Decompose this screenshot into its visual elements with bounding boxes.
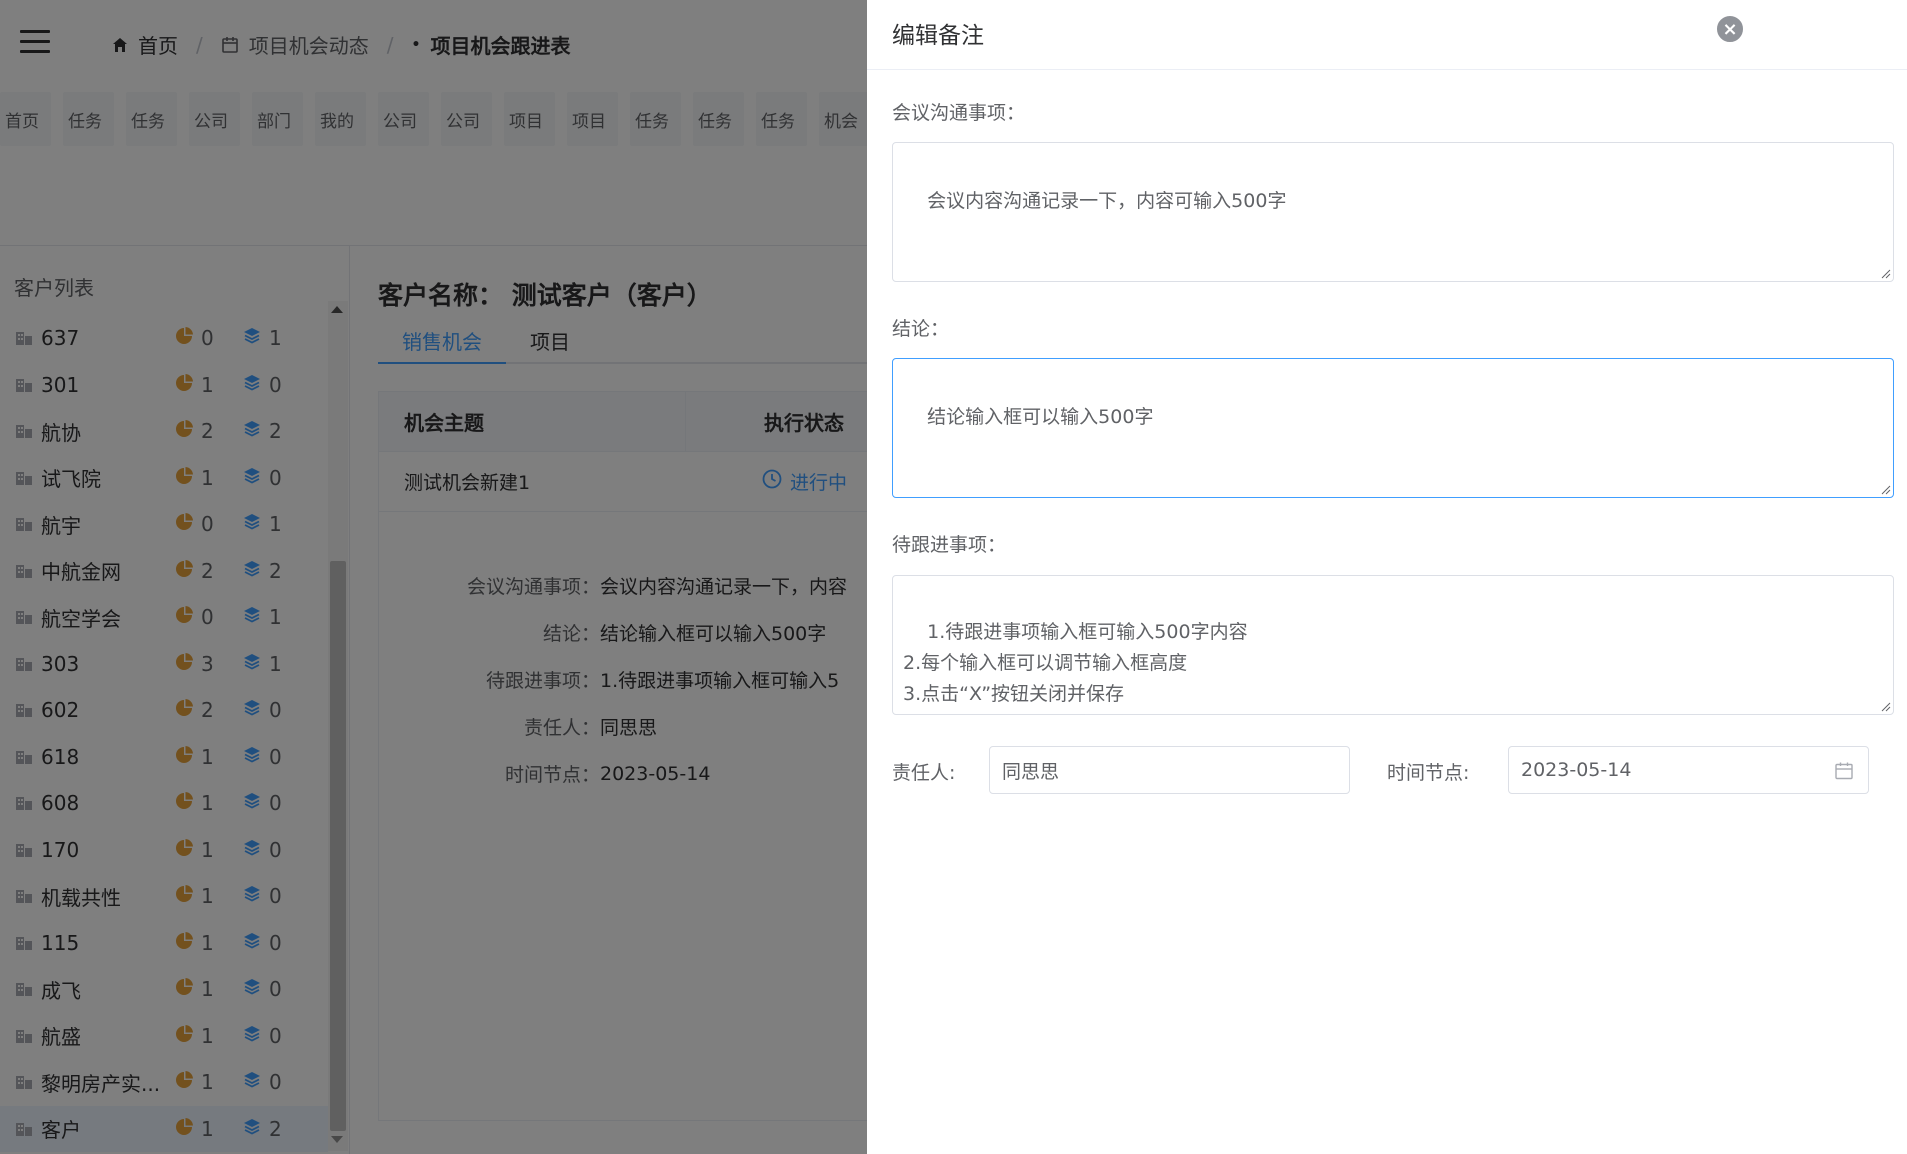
followup-text: 1.待跟进事项输入框可输入500字内容 2.每个输入框可以调节输入框高度 3.点…: [903, 621, 1248, 705]
resize-handle-icon[interactable]: [1879, 483, 1891, 495]
meeting-textarea[interactable]: 会议内容沟通记录一下，内容可输入500字: [892, 142, 1894, 282]
calendar-icon[interactable]: [1834, 761, 1854, 786]
owner-label: 责任人:: [892, 762, 956, 784]
resize-handle-icon[interactable]: [1879, 700, 1891, 712]
owner-value: 同思思: [1002, 760, 1060, 783]
edit-notes-drawer: × 编辑备注 会议沟通事项： 会议内容沟通记录一下，内容可输入500字 结论： …: [867, 0, 1907, 1154]
conclusion-label: 结论：: [892, 318, 950, 340]
followup-label: 待跟进事项：: [892, 534, 1007, 556]
owner-input[interactable]: 同思思: [989, 746, 1350, 794]
conclusion-textarea[interactable]: 结论输入框可以输入500字: [892, 358, 1894, 498]
date-label: 时间节点:: [1387, 762, 1470, 784]
conclusion-text: 结论输入框可以输入500字: [927, 406, 1154, 428]
resize-handle-icon[interactable]: [1879, 267, 1891, 279]
followup-textarea[interactable]: 1.待跟进事项输入框可输入500字内容 2.每个输入框可以调节输入框高度 3.点…: [892, 575, 1894, 715]
meeting-label: 会议沟通事项：: [892, 102, 1026, 124]
date-picker[interactable]: 2023-05-14: [1508, 746, 1869, 794]
meeting-text: 会议内容沟通记录一下，内容可输入500字: [927, 190, 1287, 212]
date-value: 2023-05-14: [1521, 759, 1632, 781]
drawer-title: 编辑备注: [892, 22, 984, 49]
close-icon[interactable]: ×: [1715, 14, 1745, 44]
drawer-header: 编辑备注: [867, 0, 1907, 70]
